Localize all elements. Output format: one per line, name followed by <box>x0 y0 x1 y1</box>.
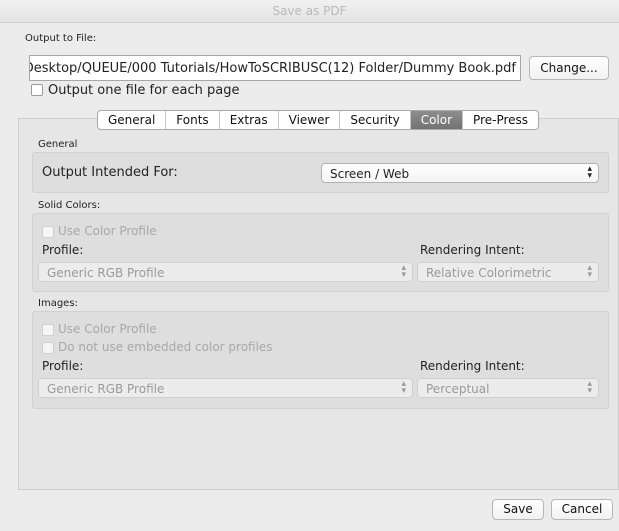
solid-profile-select[interactable]: Generic RGB Profile ▴ ▾ <box>38 262 413 282</box>
solid-profile-value: Generic RGB Profile <box>47 266 165 280</box>
tab-extras[interactable]: Extras <box>220 111 279 129</box>
select-arrows-icon: ▴ ▾ <box>587 379 592 396</box>
images-rendering-intent-value: Perceptual <box>426 382 490 396</box>
change-button[interactable]: Change... <box>529 56 609 80</box>
window-title: Save as PDF <box>272 4 347 18</box>
images-heading: Images: <box>38 298 78 309</box>
output-intended-label: Output Intended For: <box>42 165 178 180</box>
images-rendering-intent-select[interactable]: Perceptual ▴ ▾ <box>417 378 599 398</box>
output-intended-select[interactable]: Screen / Web ▴ ▾ <box>321 163 599 183</box>
solid-colors-heading: Solid Colors: <box>38 200 101 211</box>
solid-colors-group: Use Color Profile Profile: Rendering Int… <box>32 213 609 292</box>
output-intended-value: Screen / Web <box>330 167 410 181</box>
tab-pre-press[interactable]: Pre-Press <box>463 111 538 129</box>
one-file-per-page-checkbox[interactable] <box>31 84 43 96</box>
images-use-color-profile-checkbox[interactable] <box>42 324 54 336</box>
images-profile-select[interactable]: Generic RGB Profile ▴ ▾ <box>38 378 413 398</box>
tab-general[interactable]: General <box>98 111 167 129</box>
output-file-path-field[interactable]: ndra/Desktop/QUEUE/000 Tutorials/HowToSC… <box>29 55 521 81</box>
tab-bar: General Fonts Extras Viewer Security Col… <box>97 110 540 130</box>
general-heading: General <box>38 139 78 150</box>
solid-use-color-profile-checkbox[interactable] <box>42 226 54 238</box>
images-profile-value: Generic RGB Profile <box>47 382 165 396</box>
images-no-embedded-profiles-label: Do not use embedded color profiles <box>58 340 273 354</box>
select-arrows-icon: ▴ ▾ <box>587 164 592 181</box>
tab-color[interactable]: Color <box>410 111 464 129</box>
select-arrows-icon: ▴ ▾ <box>401 263 406 280</box>
images-rendering-intent-label: Rendering Intent: <box>420 359 525 373</box>
images-profile-label: Profile: <box>42 359 84 373</box>
solid-rendering-intent-value: Relative Colorimetric <box>426 266 552 280</box>
general-group: Output Intended For: Screen / Web ▴ ▾ <box>32 152 609 193</box>
solid-profile-label: Profile: <box>42 243 84 257</box>
solid-rendering-intent-select[interactable]: Relative Colorimetric ▴ ▾ <box>417 262 599 282</box>
images-group: Use Color Profile Do not use embedded co… <box>32 311 609 409</box>
one-file-per-page-label: Output one file for each page <box>48 83 240 98</box>
solid-rendering-intent-label: Rendering Intent: <box>420 243 525 257</box>
tab-viewer[interactable]: Viewer <box>279 111 341 129</box>
output-to-file-label: Output to File: <box>25 33 97 44</box>
tab-fonts[interactable]: Fonts <box>166 111 220 129</box>
tab-security[interactable]: Security <box>340 111 411 129</box>
select-arrows-icon: ▴ ▾ <box>401 379 406 396</box>
solid-use-color-profile-label: Use Color Profile <box>58 224 157 238</box>
images-no-embedded-profiles-checkbox[interactable] <box>42 342 54 354</box>
output-file-path-text: ndra/Desktop/QUEUE/000 Tutorials/HowToSC… <box>29 61 516 76</box>
select-arrows-icon: ▴ ▾ <box>587 263 592 280</box>
cancel-button[interactable]: Cancel <box>551 499 613 520</box>
save-button[interactable]: Save <box>492 499 544 520</box>
title-bar: Save as PDF <box>0 0 619 23</box>
images-use-color-profile-label: Use Color Profile <box>58 322 157 336</box>
